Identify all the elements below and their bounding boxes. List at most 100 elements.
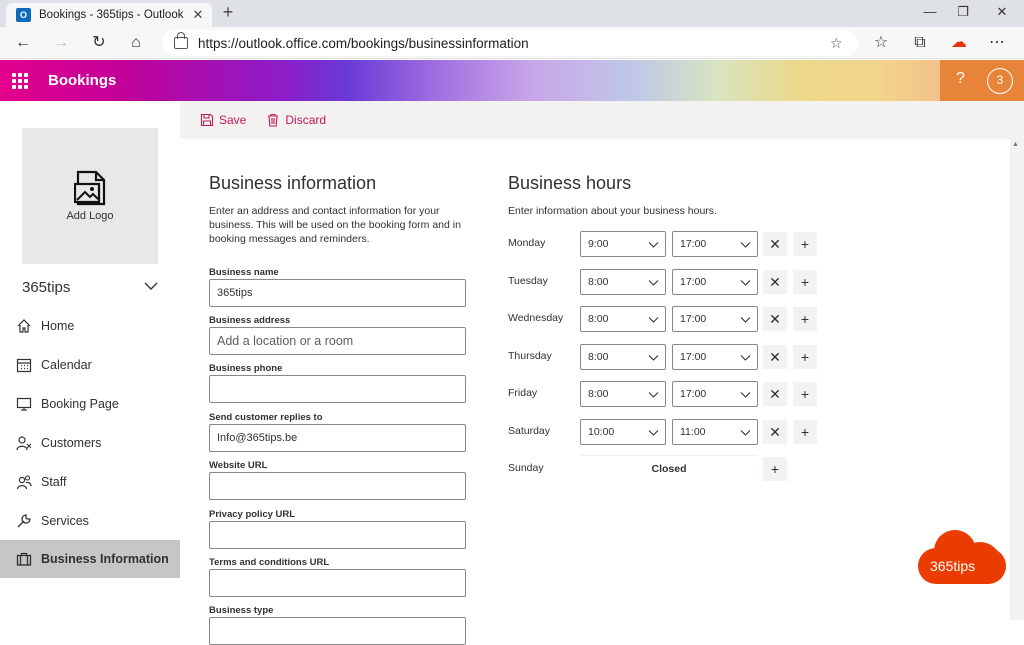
end-time-select[interactable]: 17:00 [672,344,758,370]
nav-item-label: Customers [41,436,102,450]
business-hours-description: Enter information about your business ho… [508,205,717,217]
remove-hours-button[interactable]: ✕ [763,420,787,444]
privacy-url-input[interactable] [209,521,466,549]
remove-hours-button[interactable]: ✕ [763,345,787,369]
chevron-down-icon[interactable] [143,278,159,294]
start-time-select[interactable]: 9:00 [580,231,666,257]
nav-item-services[interactable]: Services [0,502,180,540]
forward-icon[interactable]: → [50,32,72,54]
business-name-input[interactable]: 365tips [209,279,466,307]
favorite-icon[interactable]: ☆ [830,35,850,52]
nav-item-label: Booking Page [41,397,119,411]
day-label: Saturday [508,425,551,437]
discard-label: Discard [285,113,327,127]
add-hours-button[interactable]: + [793,382,817,406]
favorites-icon[interactable]: ☆ [870,32,892,54]
tab-close-icon[interactable]: ✕ [188,7,208,23]
terms-url-input[interactable] [209,569,466,597]
365tips-watermark-logo: 365tips [918,530,1006,584]
briefcase-icon [15,550,33,568]
nav-item-home[interactable]: Home [0,307,180,345]
collections-icon[interactable]: ⧉ [909,32,931,54]
start-time-select[interactable]: 8:00 [580,306,666,332]
end-time-select[interactable]: 17:00 [672,306,758,332]
start-time-select[interactable]: 10:00 [580,419,666,445]
lock-icon [174,32,188,49]
end-time-select[interactable]: 17:00 [672,381,758,407]
help-icon[interactable]: ? [956,70,965,88]
refresh-icon[interactable]: ↻ [88,32,110,54]
new-tab-icon[interactable]: + [218,3,238,23]
nav-item-customers[interactable]: Customers [0,424,180,462]
nav-item-booking-page[interactable]: Booking Page [0,385,180,423]
discard-button[interactable]: Discard [266,113,326,127]
back-icon[interactable]: ← [12,32,34,54]
account-badge[interactable]: 3 [987,68,1013,94]
minimize-icon[interactable]: — [920,4,940,19]
business-information-heading: Business information [209,173,377,193]
onedrive-cloud-icon[interactable]: ☁ [948,32,970,54]
window-close-icon[interactable]: ✕ [992,4,1012,20]
url-text: https://outlook.office.com/bookings/busi… [198,35,529,51]
restore-icon[interactable]: ❐ [953,4,973,20]
start-time-select[interactable]: 8:00 [580,269,666,295]
more-options-icon[interactable]: ⋯ [986,32,1008,54]
end-time-value: 17:00 [680,388,707,400]
chevron-down-icon [648,317,659,323]
start-time-value: 9:00 [588,238,609,250]
add-logo-button[interactable]: Add Logo [22,128,158,264]
add-hours-button[interactable]: + [793,420,817,444]
browser-tab[interactable]: O Bookings - 365tips - Outlook ✕ [6,3,212,27]
left-nav: Add Logo 365tips Home Calendar Booking P… [0,101,180,620]
send-replies-input[interactable]: Info@365tips.be [209,424,466,452]
add-hours-button[interactable]: + [793,307,817,331]
main-content: Save Discard ▲ Business information Ente… [180,101,1024,645]
end-time-select[interactable]: 17:00 [672,269,758,295]
start-time-value: 8:00 [588,276,609,288]
end-time-value: 17:00 [680,351,707,363]
start-time-select[interactable]: 8:00 [580,381,666,407]
day-label: Wednesday [508,312,564,324]
business-information-description: Enter an address and contact information… [209,205,461,245]
scroll-up-arrow[interactable]: ▲ [1012,141,1019,148]
website-url-input[interactable] [209,472,466,500]
address-bar[interactable]: https://outlook.office.com/bookings/busi… [162,30,858,56]
business-info-card: Business information Enter an address an… [180,139,1010,645]
business-type-input[interactable] [209,617,466,645]
remove-hours-button[interactable]: ✕ [763,307,787,331]
end-time-select[interactable]: 17:00 [672,231,758,257]
start-time-value: 10:00 [588,426,615,438]
nav-item-staff[interactable]: Staff [0,463,180,501]
remove-hours-button[interactable]: ✕ [763,270,787,294]
wrench-icon [15,512,33,530]
chevron-down-icon [648,430,659,436]
chevron-down-icon [648,355,659,361]
remove-hours-button[interactable]: ✕ [763,382,787,406]
remove-hours-button[interactable]: ✕ [763,232,787,256]
start-time-value: 8:00 [588,388,609,400]
start-time-value: 8:00 [588,351,609,363]
end-time-value: 11:00 [680,426,706,438]
save-button[interactable]: Save [200,113,246,127]
add-hours-button[interactable]: + [763,457,787,481]
add-hours-button[interactable]: + [793,270,817,294]
business-phone-input[interactable] [209,375,466,403]
website-url-label: Website URL [209,460,268,471]
app-name[interactable]: Bookings [48,72,116,89]
add-hours-button[interactable]: + [793,345,817,369]
business-address-input[interactable]: Add a location or a room [209,327,466,355]
add-hours-button[interactable]: + [793,232,817,256]
terms-url-label: Terms and conditions URL [209,557,330,568]
image-icon [74,170,106,206]
day-label: Friday [508,387,538,399]
start-time-value: 8:00 [588,313,609,325]
day-label: Thursday [508,350,552,362]
nav-item-calendar[interactable]: Calendar [0,346,180,384]
save-icon [200,113,214,127]
start-time-select[interactable]: 8:00 [580,344,666,370]
day-label: Sunday [508,462,544,474]
end-time-select[interactable]: 11:00 [672,419,758,445]
nav-item-business-information[interactable]: Business Information [0,540,180,578]
app-launcher-icon[interactable] [12,73,28,89]
browser-home-icon[interactable]: ⌂ [125,32,147,54]
